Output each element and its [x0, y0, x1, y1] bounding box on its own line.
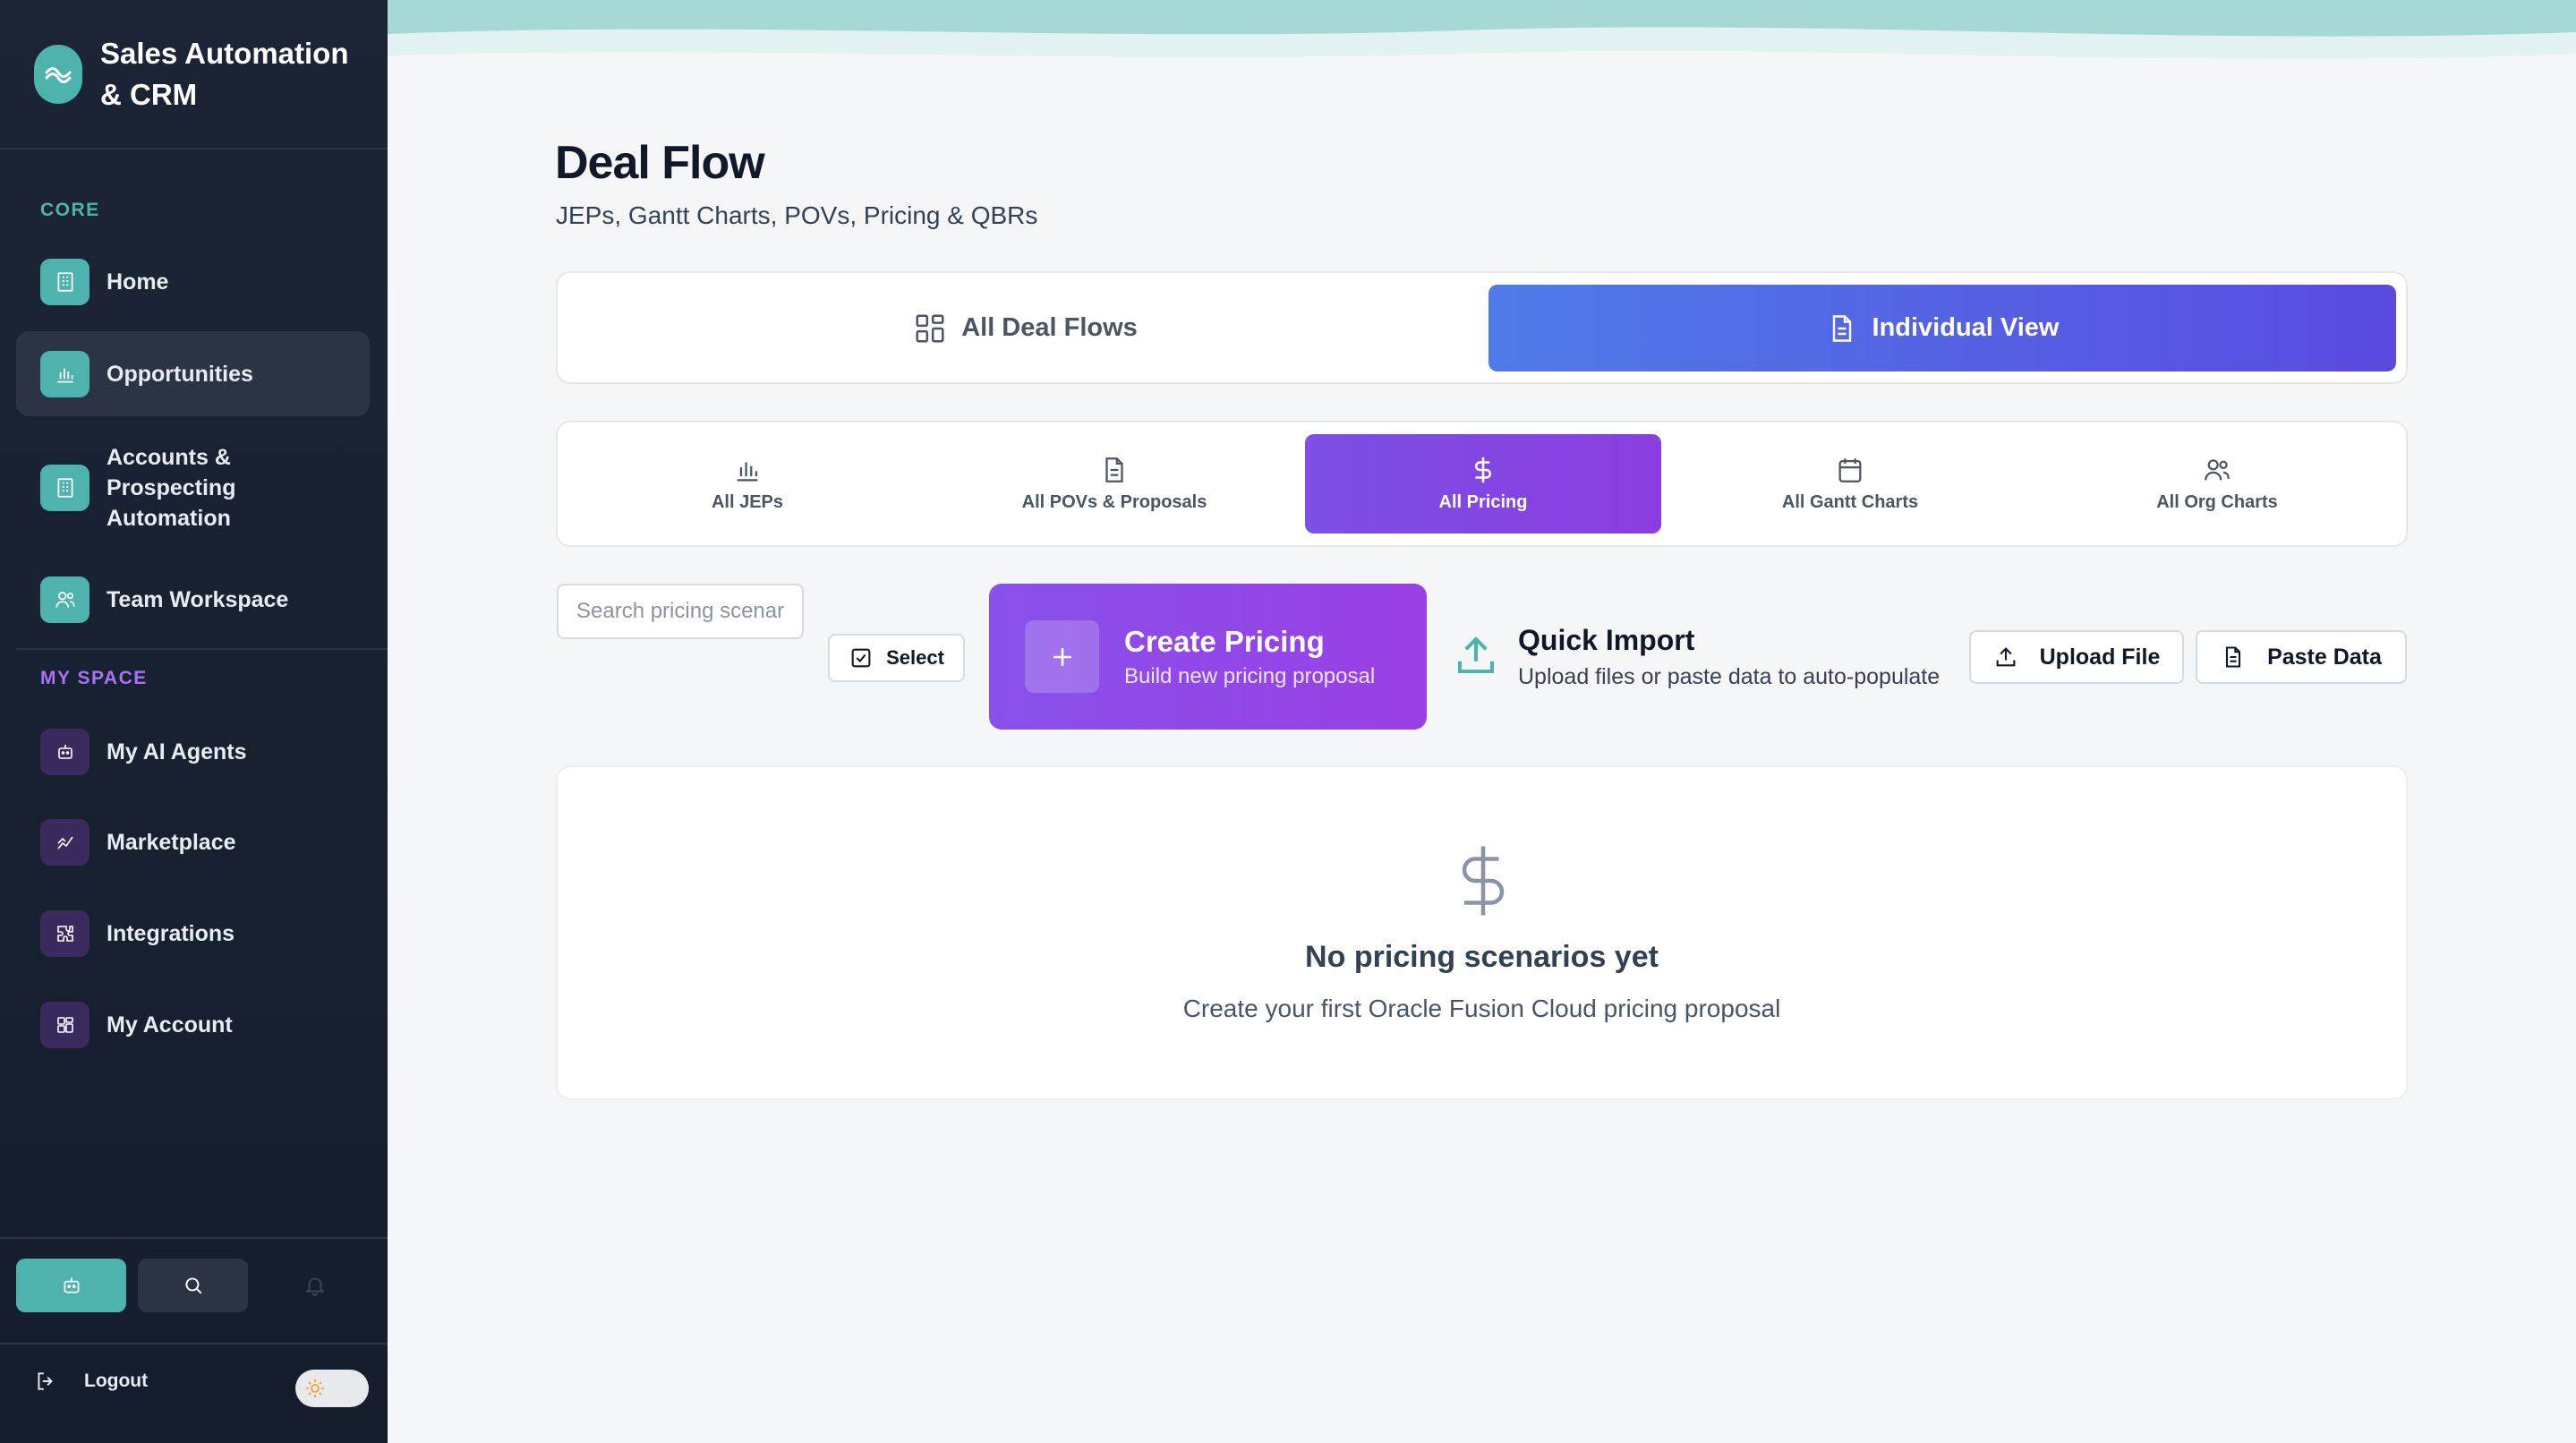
- bot-icon: [60, 1274, 83, 1297]
- plus-icon: [1025, 620, 1099, 693]
- document-icon: [1099, 455, 1130, 485]
- bell-icon: [303, 1274, 327, 1297]
- sidebar-item-my-ai-agents[interactable]: My AI Agents: [16, 721, 370, 783]
- sun-icon: [304, 1378, 326, 1399]
- grid-icon: [913, 312, 947, 346]
- header-wave-decoration: [388, 0, 2576, 59]
- tab-label: All Pricing: [1438, 492, 1528, 512]
- paste-data-button[interactable]: Paste Data: [2196, 630, 2407, 684]
- users-icon: [2202, 455, 2232, 485]
- sidebar-item-home[interactable]: Home: [16, 251, 370, 313]
- sidebar-item-label: Opportunities: [107, 361, 253, 387]
- create-pricing-subtitle: Build new pricing proposal: [1124, 663, 1376, 688]
- theme-toggle[interactable]: [295, 1370, 369, 1407]
- document-icon: [1826, 312, 1858, 345]
- dollar-icon: [1468, 455, 1498, 485]
- sidebar-item-team-workspace[interactable]: Team Workspace: [16, 566, 370, 633]
- paste-data-label: Paste Data: [2267, 644, 2382, 670]
- tab-label: All Gantt Charts: [1781, 492, 1919, 512]
- trending-icon: [40, 819, 90, 866]
- wave-logo-icon: [34, 44, 82, 104]
- building-icon: [40, 465, 90, 511]
- all-deal-flows-button[interactable]: All Deal Flows: [569, 285, 1481, 371]
- tab-all-pricing[interactable]: All Pricing: [1305, 434, 1661, 534]
- quick-import-title: Quick Import: [1518, 624, 1695, 656]
- tab-label: All POVs & Proposals: [1021, 492, 1207, 512]
- puzzle-icon: [40, 910, 90, 957]
- sidebar-item-label: My Account: [107, 1012, 233, 1037]
- sidebar-item-label: Integrations: [107, 921, 235, 946]
- sidebar-item-marketplace[interactable]: Marketplace: [16, 811, 370, 874]
- sidebar-divider: [16, 648, 388, 650]
- tab-all-povs-proposals[interactable]: All POVs & Proposals: [936, 434, 1292, 534]
- tab-all-org-charts[interactable]: All Org Charts: [2039, 434, 2395, 534]
- create-pricing-button[interactable]: Create Pricing Build new pricing proposa…: [989, 584, 1427, 730]
- bar-chart-icon: [40, 350, 90, 397]
- individual-view-button[interactable]: Individual View: [1488, 285, 2396, 371]
- empty-state-subtitle: Create your first Oracle Fusion Cloud pr…: [1182, 995, 1781, 1022]
- select-button[interactable]: Select: [828, 634, 965, 682]
- view-switch: All Deal Flows Individual View: [556, 271, 2408, 384]
- tab-all-gantt-charts[interactable]: All Gantt Charts: [1672, 434, 2028, 534]
- upload-file-label: Upload File: [2039, 644, 2161, 670]
- category-tabs: All JEPs All POVs & Proposals All Pricin…: [556, 421, 2408, 547]
- users-icon: [40, 576, 90, 623]
- sidebar-item-label: Home: [107, 269, 169, 295]
- app-title: Sales Automation & CRM: [100, 36, 349, 111]
- sidebar-item-my-account[interactable]: My Account: [16, 994, 370, 1056]
- bar-chart-icon: [732, 455, 763, 485]
- brand: Sales Automation & CRM: [0, 0, 388, 149]
- individual-view-label: Individual View: [1872, 313, 2060, 342]
- search-input[interactable]: [557, 584, 804, 639]
- checkbox-icon: [849, 645, 874, 670]
- search-icon: [182, 1274, 205, 1297]
- upload-file-button[interactable]: Upload File: [1969, 630, 2184, 684]
- logout-label: Logout: [84, 1370, 149, 1391]
- grid-icon: [40, 1002, 90, 1048]
- all-deal-flows-label: All Deal Flows: [961, 313, 1138, 342]
- sidebar-divider: [0, 1237, 388, 1239]
- dollar-icon: [1455, 843, 1511, 918]
- core-section-label: CORE: [40, 200, 100, 220]
- logout-icon: [34, 1370, 57, 1393]
- upload-icon: [1452, 631, 1500, 679]
- page-subtitle: JEPs, Gantt Charts, POVs, Pricing & QBRs: [556, 201, 1038, 229]
- empty-state-card: No pricing scenarios yet Create your fir…: [556, 765, 2408, 1100]
- notifications-button[interactable]: [260, 1259, 370, 1312]
- ai-agent-button[interactable]: [16, 1259, 126, 1312]
- tab-all-jeps[interactable]: All JEPs: [569, 434, 925, 534]
- tab-label: All JEPs: [711, 492, 784, 512]
- myspace-section-label: MY SPACE: [40, 668, 148, 688]
- tab-label: All Org Charts: [2156, 492, 2278, 512]
- sidebar-divider: [0, 1343, 388, 1345]
- sidebar-item-integrations[interactable]: Integrations: [16, 902, 370, 965]
- calendar-icon: [1835, 455, 1865, 485]
- select-label: Select: [886, 646, 944, 669]
- building-icon: [40, 259, 90, 305]
- quick-import-subtitle: Upload files or paste data to auto-popul…: [1518, 664, 1941, 689]
- sidebar-item-label: Marketplace: [107, 830, 236, 855]
- create-pricing-title: Create Pricing: [1124, 624, 1325, 658]
- bot-icon: [40, 729, 90, 775]
- sidebar-item-accounts[interactable]: Accounts & Prospecting Automation: [16, 434, 370, 542]
- logout-button[interactable]: Logout: [34, 1370, 148, 1393]
- document-icon: [2221, 645, 2246, 670]
- page-title: Deal Flow: [555, 137, 765, 189]
- search-button[interactable]: [138, 1259, 248, 1312]
- upload-icon: [1993, 645, 2018, 670]
- sidebar-item-opportunities[interactable]: Opportunities: [16, 331, 370, 416]
- sidebar: Sales Automation & CRM CORE Home Opportu…: [0, 0, 388, 1443]
- sidebar-item-label: Accounts & Prospecting Automation: [107, 445, 236, 531]
- empty-state-title: No pricing scenarios yet: [1305, 940, 1659, 974]
- sidebar-item-label: Team Workspace: [107, 586, 289, 612]
- sidebar-item-label: My AI Agents: [107, 739, 247, 764]
